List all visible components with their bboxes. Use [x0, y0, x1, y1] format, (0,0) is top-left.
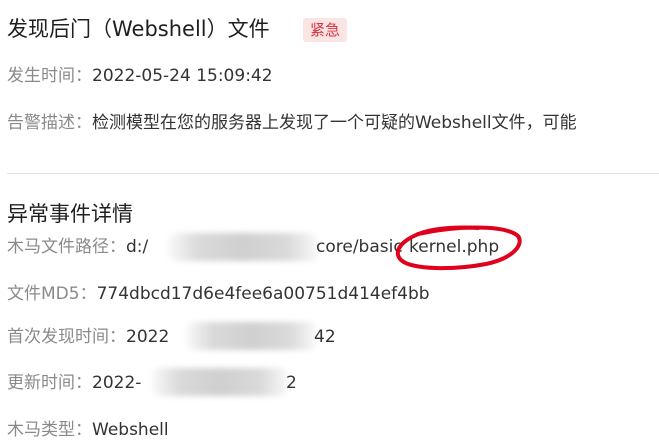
trojan-type-row: 木马类型：Webshell — [7, 418, 169, 442]
occurred-time-row: 发生时间：2022-05-24 15:09:42 — [7, 64, 273, 88]
trojan-type-value: Webshell — [92, 420, 169, 440]
alert-description-label: 告警描述： — [7, 113, 92, 133]
redaction-blur — [168, 233, 318, 261]
file-md5-row: 文件MD5：774dbcd17d6e4fee6a00751d414ef4bb — [7, 282, 430, 306]
first-found-prefix: 2022 — [126, 327, 170, 347]
redaction-blur — [152, 368, 288, 396]
file-md5-value: 774dbcd17d6e4fee6a00751d414ef4bb — [96, 284, 430, 304]
trojan-path-label: 木马文件路径： — [7, 237, 126, 257]
severity-badge: 紧急 — [303, 18, 348, 42]
trojan-path-middle-wrap: core/basic — [316, 235, 403, 259]
alert-title: 发现后门（Webshell）文件 — [7, 17, 270, 41]
update-time-suffix: 2 — [286, 373, 297, 393]
first-found-suffix-wrap: 42 — [314, 325, 336, 349]
update-time-suffix-wrap: 2 — [286, 371, 297, 395]
update-time-prefix: 2022- — [92, 373, 142, 393]
trojan-path-middle: core/basic — [316, 237, 403, 257]
trojan-path-prefix: d:/ — [126, 237, 149, 257]
annotation-circle — [395, 225, 522, 271]
update-time-label: 更新时间： — [7, 373, 92, 393]
occurred-time-value: 2022-05-24 15:09:42 — [92, 66, 273, 86]
alert-description-row: 告警描述：检测模型在您的服务器上发现了一个可疑的Webshell文件，可能 — [7, 111, 577, 135]
section-divider — [7, 173, 659, 174]
trojan-type-label: 木马类型： — [7, 420, 92, 440]
first-found-row: 首次发现时间：2022 — [7, 325, 169, 349]
first-found-label: 首次发现时间： — [7, 327, 126, 347]
update-time-row: 更新时间：2022- — [7, 371, 141, 395]
trojan-path-row: 木马文件路径：d:/ — [7, 235, 148, 259]
occurred-time-label: 发生时间： — [7, 66, 92, 86]
redaction-blur — [186, 322, 316, 350]
file-md5-label: 文件MD5： — [7, 284, 97, 304]
section-title: 异常事件详情 — [7, 202, 133, 226]
alert-description-value: 检测模型在您的服务器上发现了一个可疑的Webshell文件，可能 — [92, 113, 577, 133]
first-found-suffix: 42 — [314, 327, 336, 347]
